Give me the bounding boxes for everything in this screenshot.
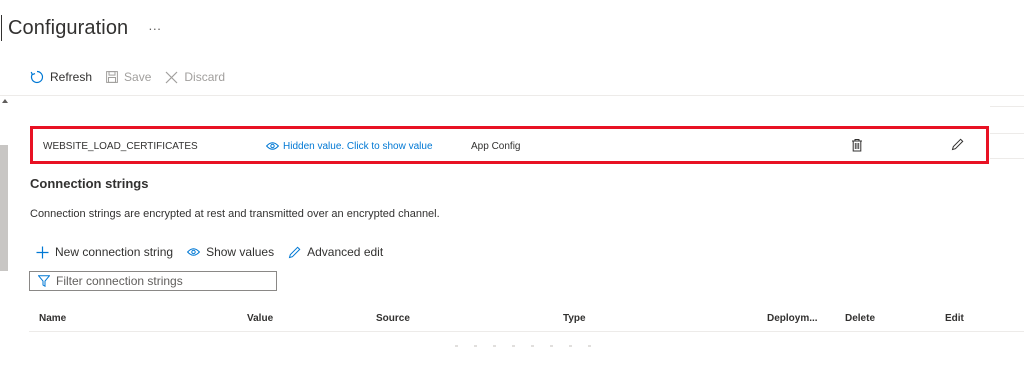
close-icon	[165, 71, 178, 83]
page-header: Configuration ···	[0, 12, 161, 44]
new-connection-string-label: New connection string	[55, 245, 174, 259]
more-options-icon[interactable]: ···	[148, 21, 161, 36]
column-header-value[interactable]: Value	[247, 313, 273, 324]
column-header-deployment[interactable]: Deploym...	[767, 313, 818, 324]
refresh-icon	[30, 70, 44, 84]
save-label: Save	[124, 70, 152, 84]
section-description: Connection strings are encrypted at rest…	[30, 208, 440, 220]
scroll-up-icon[interactable]	[2, 99, 8, 103]
page-title: Configuration	[8, 16, 129, 39]
save-icon	[106, 71, 118, 83]
discard-label: Discard	[184, 70, 226, 84]
filter-box[interactable]	[29, 271, 277, 291]
column-header-type[interactable]: Type	[563, 313, 586, 324]
refresh-label: Refresh	[50, 70, 93, 84]
section-title: Connection strings	[30, 176, 149, 191]
row-divider	[990, 106, 1024, 107]
header-divider	[29, 331, 1024, 332]
column-header-edit[interactable]: Edit	[945, 313, 964, 324]
discard-button[interactable]: Discard	[165, 70, 225, 84]
refresh-button[interactable]: Refresh	[30, 70, 92, 84]
filter-icon	[38, 275, 50, 287]
connection-actions: New connection string Show values Advanc…	[36, 245, 397, 259]
column-header-name[interactable]: Name	[39, 313, 66, 324]
save-button[interactable]: Save	[106, 70, 151, 84]
scrollbar-thumb[interactable]	[0, 145, 8, 271]
show-values-label: Show values	[206, 245, 275, 259]
advanced-edit-label: Advanced edit	[307, 245, 384, 259]
toolbar-divider	[0, 95, 1024, 96]
row-divider	[990, 133, 1024, 134]
title-divider	[1, 15, 2, 41]
red-highlight-box	[30, 126, 989, 164]
pencil-icon	[288, 246, 301, 258]
column-header-delete[interactable]: Delete	[845, 313, 875, 324]
filter-input[interactable]	[56, 274, 256, 288]
column-header-source[interactable]: Source	[376, 313, 410, 324]
faded-text	[455, 345, 605, 349]
advanced-edit-button[interactable]: Advanced edit	[288, 245, 383, 259]
eye-icon	[187, 248, 201, 256]
plus-icon	[36, 246, 49, 258]
new-connection-string-button[interactable]: New connection string	[36, 245, 173, 259]
row-divider	[990, 158, 1024, 159]
command-bar: Refresh Save Discard	[30, 70, 239, 84]
show-values-button[interactable]: Show values	[187, 245, 274, 259]
